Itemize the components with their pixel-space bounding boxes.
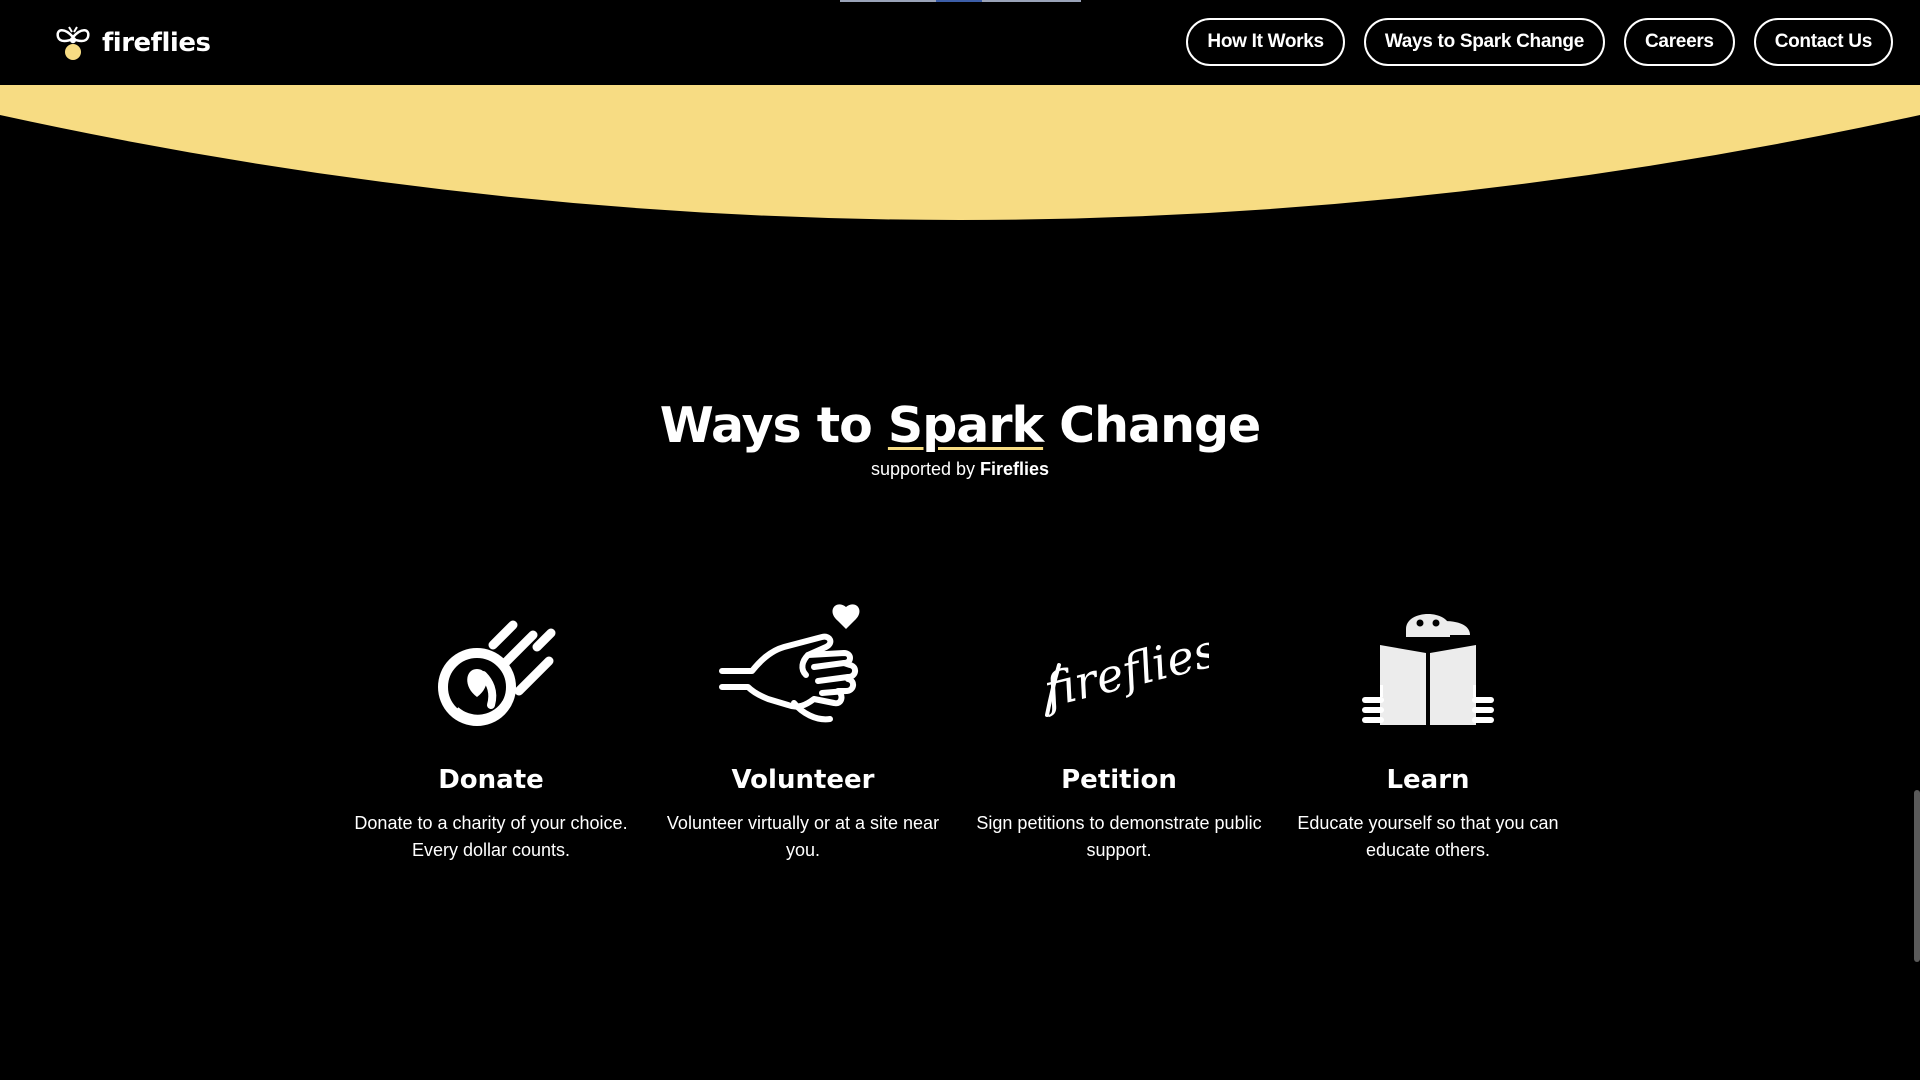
scroll-progress-bar [840, 0, 1081, 2]
card-donate[interactable]: Donate Donate to a charity of your choic… [339, 590, 643, 890]
nav-careers[interactable]: Careers [1624, 18, 1735, 66]
subheading-brand: Fireflies [980, 459, 1050, 479]
card-volunteer[interactable]: Volunteer Volunteer virtually or at a si… [643, 590, 963, 890]
signature-text: fireflies [1036, 623, 1209, 719]
logo-link[interactable]: fireflies [54, 22, 211, 64]
card-title-volunteer: Volunteer [731, 765, 875, 795]
heart-comet-icon [438, 620, 556, 726]
section-heading: Ways to Spark Change [0, 395, 1920, 457]
scroll-progress-fill [936, 0, 982, 2]
ways-cards: Donate Donate to a charity of your choic… [339, 590, 1581, 890]
card-petition[interactable]: fireflies Petition Sign petitions to dem… [963, 590, 1275, 890]
heading-spark: Spark [887, 397, 1044, 454]
card-title-petition: Petition [1061, 765, 1177, 795]
hand-heart-icon [719, 604, 860, 723]
section-subheading: supported by Fireflies [0, 457, 1920, 481]
fireflies-signature-icon: fireflies [1036, 623, 1209, 719]
card-desc-petition: Sign petitions to demonstrate public sup… [976, 813, 1262, 860]
heading-post: Change [1043, 397, 1261, 454]
nav-contact-us[interactable]: Contact Us [1753, 18, 1893, 66]
card-desc-volunteer: Volunteer virtually or at a site near yo… [666, 813, 940, 860]
heading-pre: Ways to [659, 397, 888, 454]
card-desc-donate: Donate to a charity of your choice. Ever… [354, 813, 628, 860]
card-learn[interactable]: Learn Educate yourself so that you can e… [1275, 590, 1581, 890]
firefly-logo-icon [56, 26, 90, 60]
nav-how-it-works[interactable]: How It Works [1186, 18, 1345, 66]
card-title-learn: Learn [1386, 765, 1470, 795]
yellow-arc-banner [0, 85, 1920, 220]
reader-icon [1362, 614, 1494, 725]
top-navigation-bar: fireflies How It Works Ways to Spark Cha… [0, 0, 1920, 85]
main-nav: How It Works Ways to Spark Change Career… [1186, 18, 1893, 66]
nav-ways-to-spark-change[interactable]: Ways to Spark Change [1363, 18, 1606, 66]
card-desc-learn: Educate yourself so that you can educate… [1297, 813, 1559, 860]
brand-name: fireflies [102, 28, 211, 58]
page-scrollbar[interactable] [1914, 790, 1920, 962]
card-title-donate: Donate [438, 765, 544, 795]
subheading-pre: supported by [870, 459, 981, 479]
